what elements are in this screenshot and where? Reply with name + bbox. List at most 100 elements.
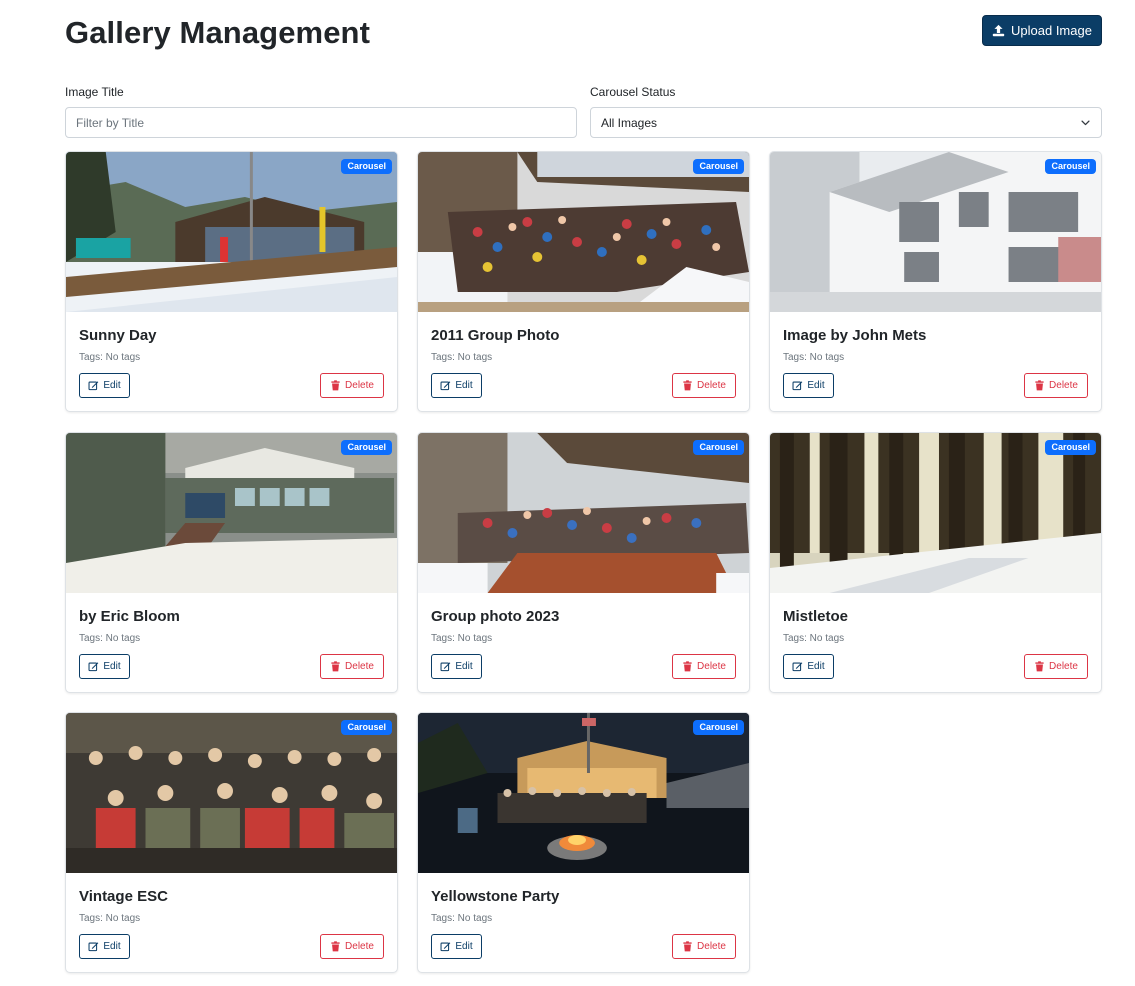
- delete-button[interactable]: Delete: [320, 373, 384, 398]
- photo-forest: [770, 433, 1101, 593]
- delete-button[interactable]: Delete: [672, 934, 736, 959]
- edit-button[interactable]: Edit: [783, 654, 834, 679]
- trash-icon: [683, 941, 692, 952]
- edit-label: Edit: [455, 661, 473, 672]
- delete-button[interactable]: Delete: [320, 934, 384, 959]
- carousel-badge: Carousel: [341, 440, 392, 455]
- card-title: Image by John Mets: [783, 327, 927, 344]
- gallery-card: Carousel Yellowstone Party Tags: No tags…: [417, 712, 750, 973]
- edit-label: Edit: [455, 380, 473, 391]
- trash-icon: [1035, 380, 1044, 391]
- gallery-card: Carousel by Eric Bloom Tags: No tags Edi…: [65, 432, 398, 693]
- card-image[interactable]: Carousel: [66, 713, 397, 873]
- delete-button[interactable]: Delete: [320, 654, 384, 679]
- title-filter: Image Title: [65, 84, 577, 138]
- page-title: Gallery Management: [65, 15, 371, 50]
- delete-label: Delete: [345, 661, 374, 672]
- card-image[interactable]: Carousel: [66, 152, 397, 312]
- filter-bar: Image Title Carousel Status All Images: [65, 84, 1102, 138]
- edit-button[interactable]: Edit: [431, 373, 482, 398]
- card-tags: Tags: No tags: [431, 913, 493, 924]
- delete-label: Delete: [697, 661, 726, 672]
- card-tags: Tags: No tags: [783, 633, 845, 644]
- carousel-badge: Carousel: [1045, 440, 1096, 455]
- delete-button[interactable]: Delete: [672, 654, 736, 679]
- delete-label: Delete: [345, 941, 374, 952]
- photo-snowy-lodge: [66, 433, 397, 593]
- carousel-badge: Carousel: [341, 159, 392, 174]
- edit-button[interactable]: Edit: [79, 373, 130, 398]
- chevron-down-icon: [1081, 120, 1090, 126]
- gallery-card: Carousel Vintage ESC Tags: No tags Edit …: [65, 712, 398, 973]
- card-image[interactable]: Carousel: [66, 433, 397, 593]
- card-image[interactable]: Carousel: [770, 433, 1101, 593]
- edit-label: Edit: [103, 941, 121, 952]
- card-title: Sunny Day: [79, 327, 157, 344]
- card-image[interactable]: Carousel: [418, 713, 749, 873]
- carousel-status-filter: Carousel Status All Images: [590, 84, 1102, 138]
- gallery-card: Carousel Group photo 2023 Tags: No tags …: [417, 432, 750, 693]
- edit-button[interactable]: Edit: [79, 934, 130, 959]
- carousel-status-select[interactable]: All Images: [590, 107, 1102, 138]
- card-title: Group photo 2023: [431, 608, 560, 625]
- delete-label: Delete: [1049, 661, 1078, 672]
- delete-label: Delete: [697, 380, 726, 391]
- title-filter-input[interactable]: [65, 107, 577, 138]
- card-title: Mistletoe: [783, 608, 849, 625]
- card-image[interactable]: Carousel: [418, 152, 749, 312]
- edit-icon: [88, 942, 99, 952]
- edit-icon: [88, 381, 99, 391]
- upload-icon: [992, 24, 1005, 37]
- card-tags: Tags: No tags: [79, 913, 141, 924]
- edit-button[interactable]: Edit: [431, 654, 482, 679]
- page-header: Gallery Management Upload Image: [65, 14, 1102, 54]
- edit-label: Edit: [807, 380, 825, 391]
- edit-button[interactable]: Edit: [783, 373, 834, 398]
- delete-button[interactable]: Delete: [1024, 373, 1088, 398]
- edit-label: Edit: [103, 380, 121, 391]
- edit-icon: [792, 662, 803, 672]
- upload-image-label: Upload Image: [1011, 23, 1092, 38]
- gallery-card: Carousel Mistletoe Tags: No tags Edit De…: [769, 432, 1102, 693]
- photo-white-house: [770, 152, 1101, 312]
- delete-label: Delete: [697, 941, 726, 952]
- delete-button[interactable]: Delete: [672, 373, 736, 398]
- carousel-badge: Carousel: [693, 159, 744, 174]
- edit-icon: [88, 662, 99, 672]
- delete-label: Delete: [345, 380, 374, 391]
- delete-label: Delete: [1049, 380, 1078, 391]
- carousel-badge: Carousel: [693, 440, 744, 455]
- trash-icon: [1035, 661, 1044, 672]
- edit-button[interactable]: Edit: [431, 934, 482, 959]
- photo-group-deck: [418, 152, 749, 312]
- edit-label: Edit: [807, 661, 825, 672]
- card-tags: Tags: No tags: [79, 633, 141, 644]
- edit-label: Edit: [455, 941, 473, 952]
- card-title: Yellowstone Party: [431, 888, 560, 905]
- upload-image-button[interactable]: Upload Image: [982, 15, 1102, 46]
- photo-lodge-sunny: [66, 152, 397, 312]
- photo-night-fire: [418, 713, 749, 873]
- card-title: 2011 Group Photo: [431, 327, 560, 344]
- gallery-card: Carousel Image by John Mets Tags: No tag…: [769, 151, 1102, 412]
- card-title: Vintage ESC: [79, 888, 168, 905]
- photo-group-snow: [418, 433, 749, 593]
- gallery-card: Carousel Sunny Day Tags: No tags Edit De…: [65, 151, 398, 412]
- trash-icon: [331, 661, 340, 672]
- card-image[interactable]: Carousel: [418, 433, 749, 593]
- card-title: by Eric Bloom: [79, 608, 180, 625]
- photo-vintage-group: [66, 713, 397, 873]
- edit-button[interactable]: Edit: [79, 654, 130, 679]
- edit-icon: [440, 942, 451, 952]
- card-image[interactable]: Carousel: [770, 152, 1101, 312]
- trash-icon: [683, 661, 692, 672]
- edit-label: Edit: [103, 661, 121, 672]
- edit-icon: [792, 381, 803, 391]
- card-tags: Tags: No tags: [431, 633, 493, 644]
- carousel-status-value: All Images: [601, 115, 658, 130]
- carousel-badge: Carousel: [693, 720, 744, 735]
- carousel-status-label: Carousel Status: [590, 85, 676, 99]
- edit-icon: [440, 662, 451, 672]
- carousel-badge: Carousel: [1045, 159, 1096, 174]
- delete-button[interactable]: Delete: [1024, 654, 1088, 679]
